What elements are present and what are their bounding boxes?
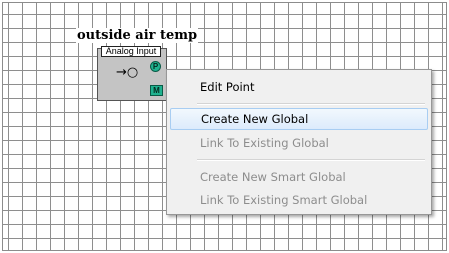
menu-item-create-new-smart-global[interactable]: Create New Smart Global: [170, 166, 428, 188]
menu-item-link-existing-smart-global[interactable]: Link To Existing Smart Global: [170, 189, 428, 211]
context-menu: Edit Point Create New Global Link To Exi…: [166, 69, 432, 215]
point-badge-icon[interactable]: P: [150, 61, 161, 72]
menu-separator: [197, 103, 425, 105]
menu-item-link-existing-global[interactable]: Link To Existing Global: [170, 132, 428, 154]
monitor-badge-icon[interactable]: M: [150, 85, 163, 96]
menu-item-edit-point[interactable]: Edit Point: [170, 76, 428, 98]
menu-separator: [197, 159, 425, 161]
block-type-label: Analog Input: [101, 46, 161, 57]
menu-item-create-new-global[interactable]: Create New Global: [170, 108, 428, 130]
point-title: outside air temp: [76, 28, 199, 43]
input-connector-icon[interactable]: →○: [116, 66, 138, 79]
